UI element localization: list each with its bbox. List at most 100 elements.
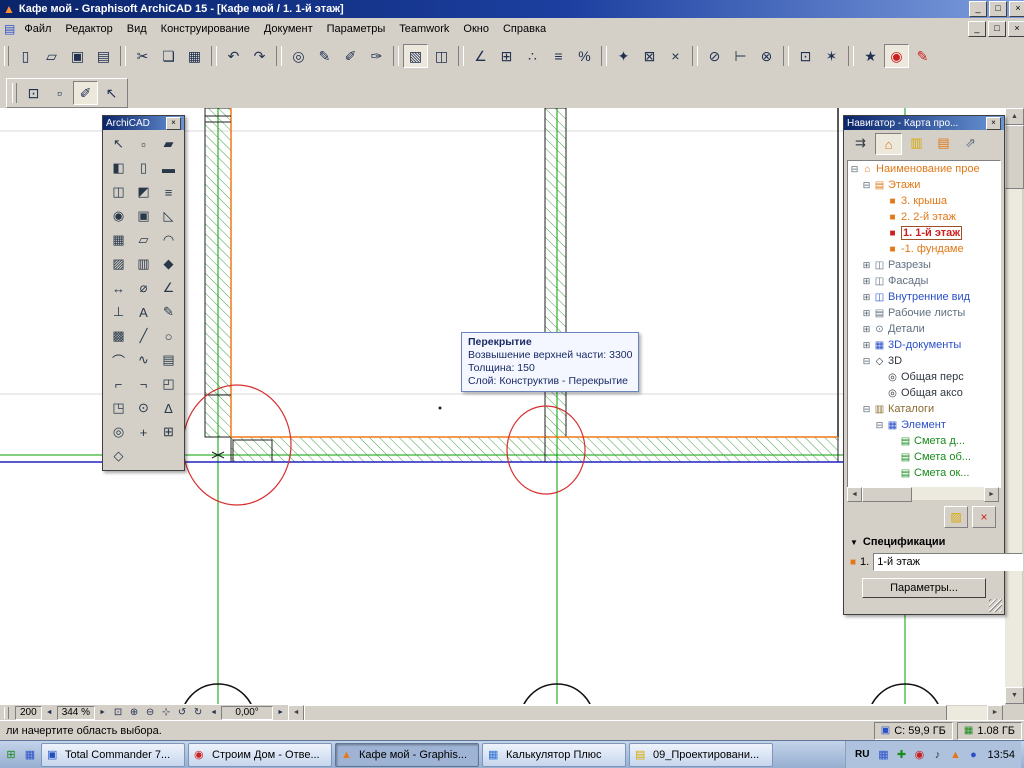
text-tool[interactable]: A — [131, 300, 156, 324]
hscroll-thumb[interactable] — [304, 705, 947, 721]
toolbox-close-icon[interactable]: × — [166, 117, 181, 130]
expander-icon[interactable]: ⊞ — [862, 308, 871, 319]
minimize-button[interactable]: _ — [969, 1, 987, 17]
change-tool[interactable]: Δ — [156, 396, 181, 420]
section-tool[interactable]: ⌐ — [106, 372, 131, 396]
marquee-button[interactable]: ▫ — [47, 81, 72, 105]
tree-item-story-roof[interactable]: ■ 3. крыша — [848, 193, 1000, 209]
interior-elevation-tool[interactable]: ◰ — [156, 372, 181, 396]
label-tool[interactable]: ✎ — [156, 300, 181, 324]
pen-button[interactable]: ✎ — [312, 44, 337, 68]
scale-button[interactable]: % — [572, 44, 597, 68]
adjust-button[interactable]: ⊢ — [728, 44, 753, 68]
door-tool[interactable]: ◧ — [106, 156, 131, 180]
guide-lines-button[interactable]: ∠ — [468, 44, 493, 68]
parameters-button[interactable]: Параметры... — [862, 578, 986, 598]
zoom-percent-display[interactable]: 344 % — [57, 706, 95, 720]
open-button[interactable]: ▱ — [39, 44, 64, 68]
menu-item[interactable]: Окно — [456, 20, 496, 38]
show-desktop-button[interactable]: ▦ — [22, 747, 38, 763]
publisher-button[interactable]: ⇗ — [958, 133, 983, 153]
coordinates-button[interactable]: ∴ — [520, 44, 545, 68]
tray-display-icon[interactable]: ▦ — [875, 747, 891, 763]
delete-item-button[interactable]: × — [972, 506, 996, 528]
expander-icon[interactable]: ⊟ — [862, 180, 871, 191]
tree-item-schedule-general[interactable]: ▤ Смета об... — [848, 449, 1000, 465]
task-archicad[interactable]: ▲ Кафе мой - Graphis... — [335, 743, 479, 767]
scroll-up-icon[interactable]: ▲ — [1005, 108, 1024, 125]
tree-item-3d-documents[interactable]: ⊞ ▦ 3D-документы — [848, 337, 1000, 353]
cut-button[interactable]: ✂ — [130, 44, 155, 68]
orbit-button[interactable]: ↺ — [174, 706, 190, 720]
story-spec-input[interactable] — [873, 553, 1023, 571]
level-dimension-tool[interactable]: ⊥ — [106, 300, 131, 324]
detail-tool[interactable]: ⊙ — [131, 396, 156, 420]
layers-button[interactable]: ≡ — [546, 44, 571, 68]
menu-item[interactable]: Справка — [496, 20, 553, 38]
slab-tool[interactable]: ▱ — [131, 228, 156, 252]
tree-item-3d[interactable]: ⊟ ◇ 3D — [848, 353, 1000, 369]
morph-tool[interactable]: ◆ — [156, 252, 181, 276]
tree-item-worksheets[interactable]: ⊞ ▤ Рабочие листы — [848, 305, 1000, 321]
intersect-button[interactable]: ⊗ — [754, 44, 779, 68]
virtual-trace-button[interactable]: ◫ — [429, 44, 454, 68]
favorites-button[interactable]: ★ — [858, 44, 883, 68]
zoom-next-icon[interactable]: ► — [97, 707, 108, 719]
spline-tool[interactable]: ∿ — [131, 348, 156, 372]
toolbox-title-bar[interactable]: ArchiCAD × — [103, 116, 184, 130]
task-stroim-dom[interactable]: ◉ Строим Дом - Отве... — [188, 743, 332, 767]
tray-volume-icon[interactable]: ♪ — [929, 747, 945, 763]
project-chooser-button[interactable]: ⇉ — [848, 133, 873, 153]
expander-icon[interactable]: ⊞ — [862, 260, 871, 271]
angle-dimension-tool[interactable]: ∠ — [156, 276, 181, 300]
object-tool[interactable]: ▣ — [131, 204, 156, 228]
circle-tool[interactable]: ○ — [156, 324, 181, 348]
expander-icon[interactable]: ⊟ — [862, 356, 871, 367]
annotate-button[interactable]: ✎ — [910, 44, 935, 68]
renovation-button[interactable]: ✦ — [611, 44, 636, 68]
tree-item-elevations[interactable]: ⊞ ◫ Фасады — [848, 273, 1000, 289]
explode-button[interactable]: ✶ — [819, 44, 844, 68]
task-total-commander[interactable]: ▣ Total Commander 7... — [41, 743, 185, 767]
vscroll-track[interactable] — [1005, 189, 1022, 687]
scroll-track[interactable] — [912, 487, 984, 500]
column-tool[interactable]: ▯ — [131, 156, 156, 180]
undo-button[interactable]: ↶ — [221, 44, 246, 68]
arrow-button[interactable]: ↖ — [99, 81, 124, 105]
expander-icon[interactable]: ⊟ — [862, 404, 871, 415]
split-button[interactable]: ⊘ — [702, 44, 727, 68]
find-select-button[interactable]: ◎ — [286, 44, 311, 68]
scroll-down-icon[interactable]: ▼ — [1005, 687, 1024, 704]
menu-item[interactable]: Teamwork — [392, 20, 456, 38]
project-map-button[interactable]: ⌂ — [875, 133, 902, 155]
pan-button[interactable]: ⊹ — [158, 706, 174, 720]
tray-antivirus-icon[interactable]: ◉ — [911, 747, 927, 763]
new-item-button[interactable]: ▨ — [944, 506, 968, 528]
mdi-restore-button[interactable]: □ — [988, 21, 1006, 37]
tree-item-schedule-windows[interactable]: ▤ Смета ок... — [848, 465, 1000, 481]
fit-in-window-button[interactable]: ⊡ — [110, 706, 126, 720]
tree-hscrollbar[interactable]: ◄ ► — [847, 487, 999, 500]
horizontal-scrollbar[interactable]: ◄ ► — [288, 706, 1003, 720]
expander-icon[interactable]: ⊞ — [862, 324, 871, 335]
figure-tool[interactable]: ▤ — [156, 348, 181, 372]
expander-icon[interactable]: ⊞ — [862, 276, 871, 287]
scroll-left-icon[interactable]: ◄ — [847, 487, 862, 502]
angle-prev-icon[interactable]: ◄ — [208, 707, 219, 719]
hscroll-track[interactable] — [947, 706, 987, 720]
line-tool[interactable]: ╱ — [131, 324, 156, 348]
copy-button[interactable]: ❏ — [156, 44, 181, 68]
fill-tool[interactable]: ▩ — [106, 324, 131, 348]
tree-item-details[interactable]: ⊞ ⊙ Детали — [848, 321, 1000, 337]
mesh-tool[interactable]: ▦ — [106, 228, 131, 252]
menu-item[interactable]: Вид — [120, 20, 154, 38]
tree-item-sections[interactable]: ⊞ ◫ Разрезы — [848, 257, 1000, 273]
task-explorer[interactable]: ▤ 09_Проектировани... — [629, 743, 773, 767]
close-button[interactable]: × — [1009, 1, 1024, 17]
expander-icon[interactable]: ⊟ — [875, 420, 884, 431]
tree-item-schedule-doors[interactable]: ▤ Смета д... — [848, 433, 1000, 449]
navigator-title-bar[interactable]: Навигатор - Карта про... × — [844, 116, 1004, 130]
zoombar-grip[interactable] — [4, 707, 9, 719]
tray-update-icon[interactable]: ▲ — [947, 747, 963, 763]
menu-item[interactable]: Параметры — [320, 20, 393, 38]
